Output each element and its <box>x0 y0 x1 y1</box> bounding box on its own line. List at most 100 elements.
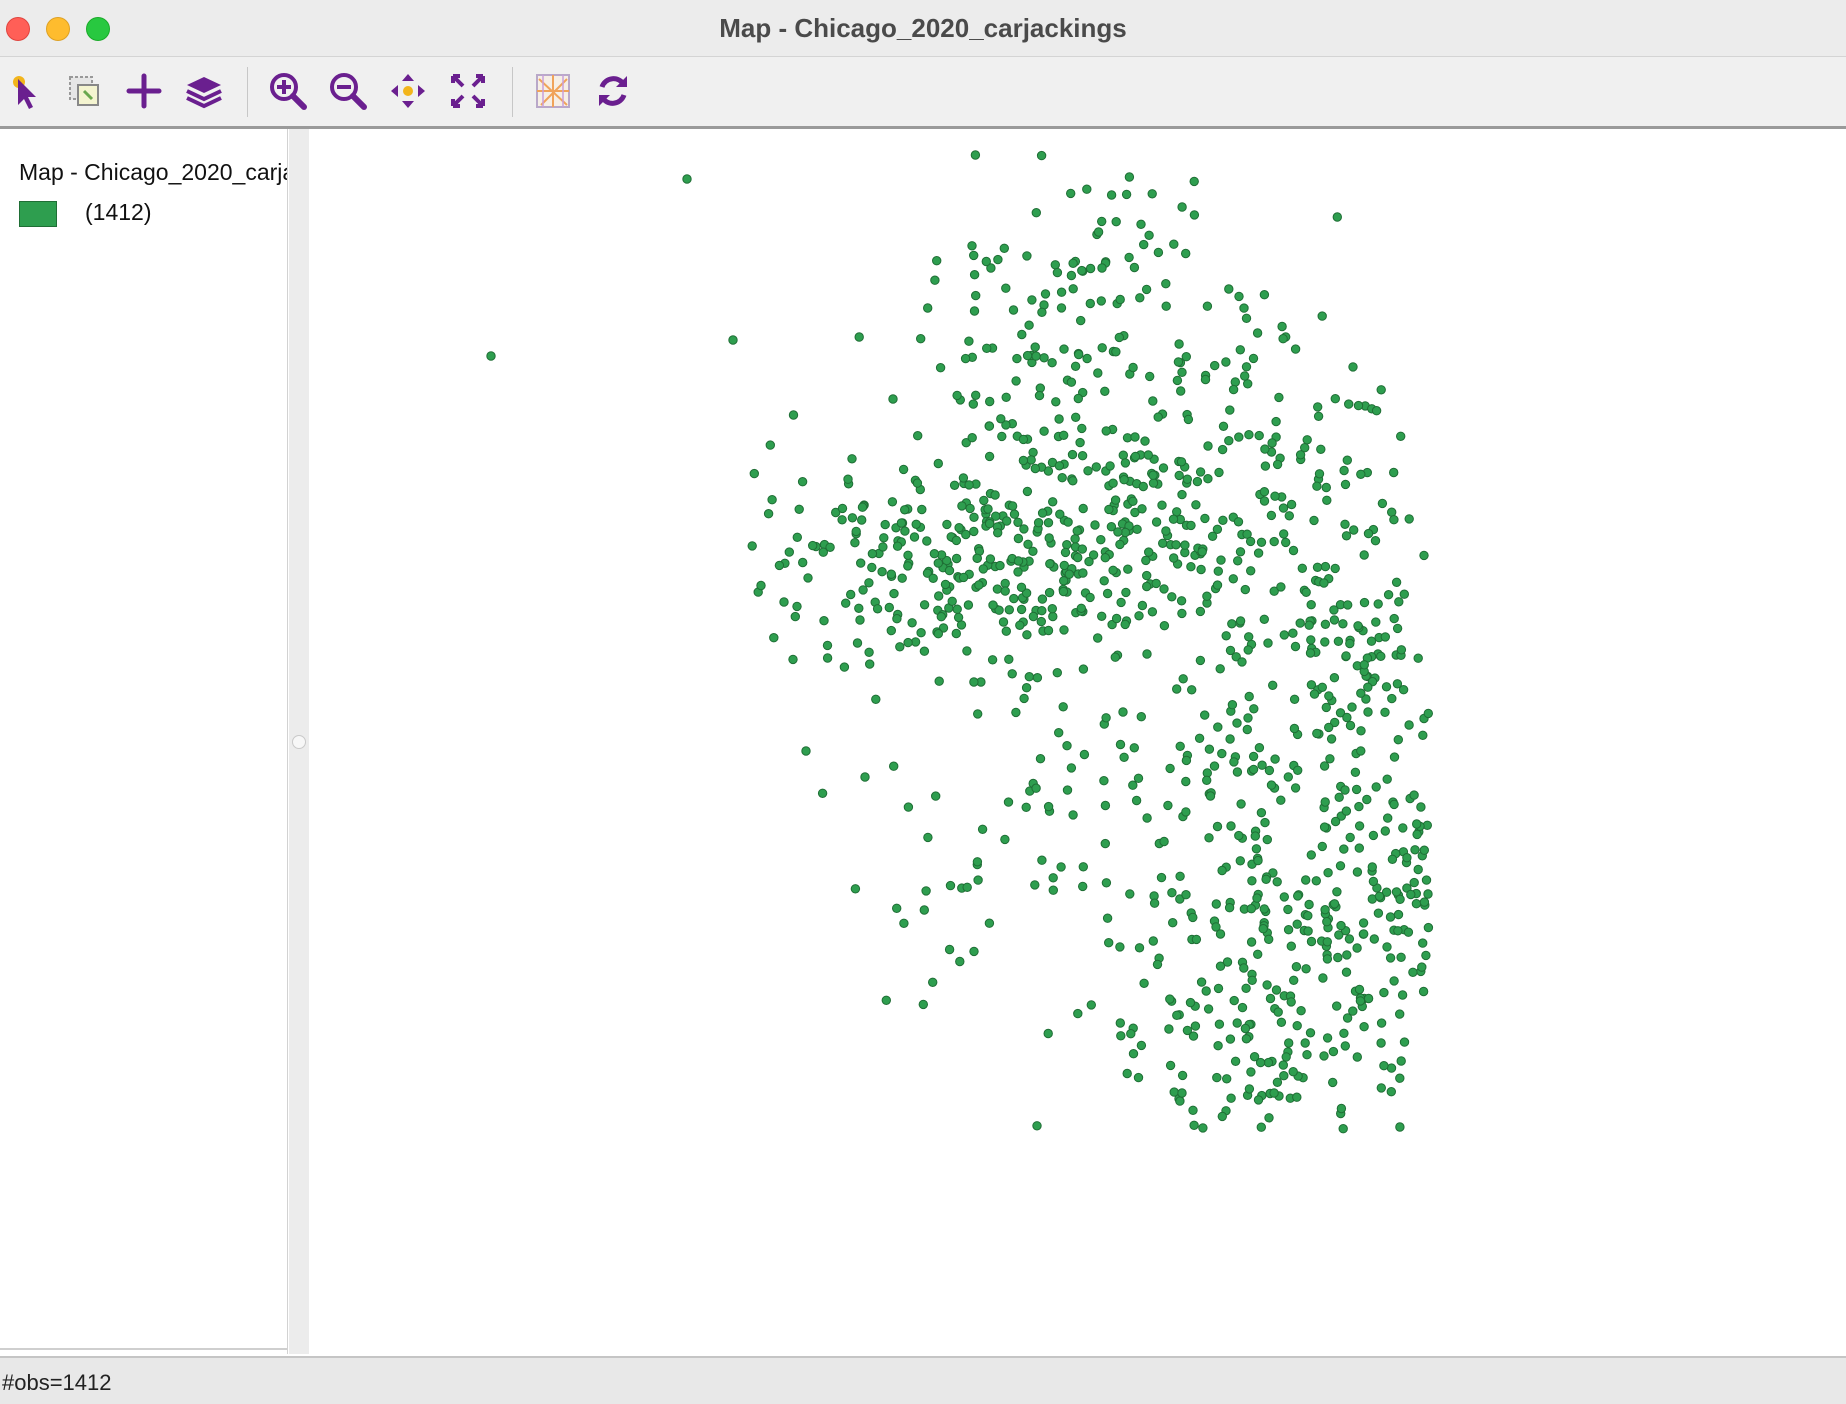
carjacking-point[interactable] <box>851 526 861 537</box>
carjacking-point[interactable] <box>997 431 1007 442</box>
carjacking-point[interactable] <box>944 565 955 576</box>
full-extent-button[interactable] <box>446 69 490 113</box>
carjacking-point[interactable] <box>1032 673 1043 683</box>
carjacking-point[interactable] <box>1423 889 1433 899</box>
carjacking-point[interactable] <box>1234 830 1244 841</box>
carjacking-point[interactable] <box>1054 461 1065 471</box>
carjacking-point[interactable] <box>1133 1072 1144 1083</box>
carjacking-point[interactable] <box>1177 1088 1187 1098</box>
carjacking-point[interactable] <box>919 646 930 656</box>
carjacking-point[interactable] <box>1419 550 1429 561</box>
carjacking-point[interactable] <box>1233 556 1243 566</box>
carjacking-point[interactable] <box>1120 619 1130 630</box>
carjacking-point[interactable] <box>1313 411 1324 421</box>
carjacking-point[interactable] <box>1147 607 1158 617</box>
carjacking-point[interactable] <box>1349 525 1359 535</box>
carjacking-point[interactable] <box>1009 593 1019 604</box>
carjacking-point[interactable] <box>1239 303 1249 313</box>
carjacking-point[interactable] <box>1158 463 1169 473</box>
carjacking-point[interactable] <box>1001 392 1011 402</box>
carjacking-point[interactable] <box>1097 343 1107 353</box>
splitter-handle[interactable] <box>292 735 306 749</box>
carjacking-point[interactable] <box>1215 961 1226 971</box>
pan-button[interactable] <box>386 69 430 113</box>
carjacking-point[interactable] <box>1225 405 1235 415</box>
carjacking-point[interactable] <box>1177 367 1187 378</box>
carjacking-point[interactable] <box>907 618 917 628</box>
carjacking-point[interactable] <box>763 509 774 519</box>
carjacking-point[interactable] <box>837 515 847 525</box>
carjacking-point[interactable] <box>1389 515 1399 525</box>
carjacking-point[interactable] <box>1225 734 1235 744</box>
carjacking-point[interactable] <box>880 519 890 530</box>
carjacking-point[interactable] <box>958 473 969 483</box>
carjacking-point[interactable] <box>1062 540 1072 550</box>
carjacking-point[interactable] <box>1190 1021 1201 1031</box>
carjacking-point[interactable] <box>1320 637 1330 647</box>
carjacking-point[interactable] <box>1286 997 1296 1007</box>
carjacking-point[interactable] <box>1322 917 1332 927</box>
carjacking-point[interactable] <box>1181 776 1191 787</box>
carjacking-point[interactable] <box>1338 619 1348 629</box>
carjacking-point[interactable] <box>961 529 971 540</box>
carjacking-point[interactable] <box>1342 1013 1353 1023</box>
carjacking-point[interactable] <box>900 505 910 515</box>
carjacking-point[interactable] <box>1363 528 1374 539</box>
carjacking-point[interactable] <box>982 343 992 354</box>
carjacking-point[interactable] <box>1358 918 1369 928</box>
carjacking-point[interactable] <box>1339 465 1349 476</box>
carjacking-point[interactable] <box>1048 885 1058 895</box>
carjacking-point[interactable] <box>1239 963 1249 973</box>
carjacking-point[interactable] <box>1389 799 1399 810</box>
carjacking-point[interactable] <box>872 604 883 614</box>
carjacking-point[interactable] <box>1099 576 1109 586</box>
carjacking-point[interactable] <box>1332 887 1342 897</box>
carjacking-point[interactable] <box>1237 1002 1248 1013</box>
carjacking-point[interactable] <box>1113 527 1123 537</box>
carjacking-point[interactable] <box>1232 767 1243 777</box>
carjacking-point[interactable] <box>1122 1068 1132 1079</box>
carjacking-point[interactable] <box>1186 520 1196 531</box>
carjacking-point[interactable] <box>1043 518 1054 528</box>
carjacking-point[interactable] <box>1036 616 1046 627</box>
carjacking-point[interactable] <box>1101 713 1111 723</box>
carjacking-point[interactable] <box>1050 260 1060 270</box>
carjacking-point[interactable] <box>1043 1028 1053 1039</box>
carjacking-point[interactable] <box>1301 587 1311 597</box>
carjacking-point[interactable] <box>1322 1033 1333 1043</box>
carjacking-point[interactable] <box>792 532 802 542</box>
carjacking-point[interactable] <box>1172 684 1182 694</box>
carjacking-point[interactable] <box>1418 986 1429 997</box>
carjacking-point[interactable] <box>1075 437 1085 448</box>
carjacking-point[interactable] <box>1247 876 1257 886</box>
carjacking-point[interactable] <box>1044 587 1055 598</box>
carjacking-point[interactable] <box>1363 993 1374 1004</box>
carjacking-point[interactable] <box>985 396 995 407</box>
carjacking-point[interactable] <box>1079 749 1090 760</box>
carjacking-point[interactable] <box>1321 702 1331 713</box>
carjacking-point[interactable] <box>1174 470 1184 481</box>
carjacking-point[interactable] <box>900 526 910 536</box>
carjacking-point[interactable] <box>1141 555 1151 566</box>
carjacking-point[interactable] <box>1354 843 1365 853</box>
carjacking-point[interactable] <box>897 573 907 583</box>
carjacking-point[interactable] <box>1416 802 1426 812</box>
carjacking-point[interactable] <box>1054 414 1064 424</box>
carjacking-point[interactable] <box>1232 1018 1242 1028</box>
carjacking-point[interactable] <box>952 390 962 401</box>
carjacking-point[interactable] <box>1056 862 1066 872</box>
carjacking-point[interactable] <box>1293 891 1303 901</box>
carjacking-point[interactable] <box>1257 760 1267 770</box>
carjacking-point[interactable] <box>808 540 818 551</box>
carjacking-point[interactable] <box>1246 937 1257 947</box>
carjacking-point[interactable] <box>970 150 981 160</box>
carjacking-point[interactable] <box>1028 546 1038 556</box>
carjacking-point[interactable] <box>1197 547 1207 557</box>
carjacking-point[interactable] <box>1241 1034 1252 1044</box>
carjacking-point[interactable] <box>1322 937 1332 947</box>
carjacking-point[interactable] <box>749 468 759 479</box>
carjacking-point[interactable] <box>1396 431 1406 441</box>
carjacking-point[interactable] <box>1212 580 1223 590</box>
carjacking-point[interactable] <box>1195 467 1206 477</box>
carjacking-point[interactable] <box>913 431 923 441</box>
